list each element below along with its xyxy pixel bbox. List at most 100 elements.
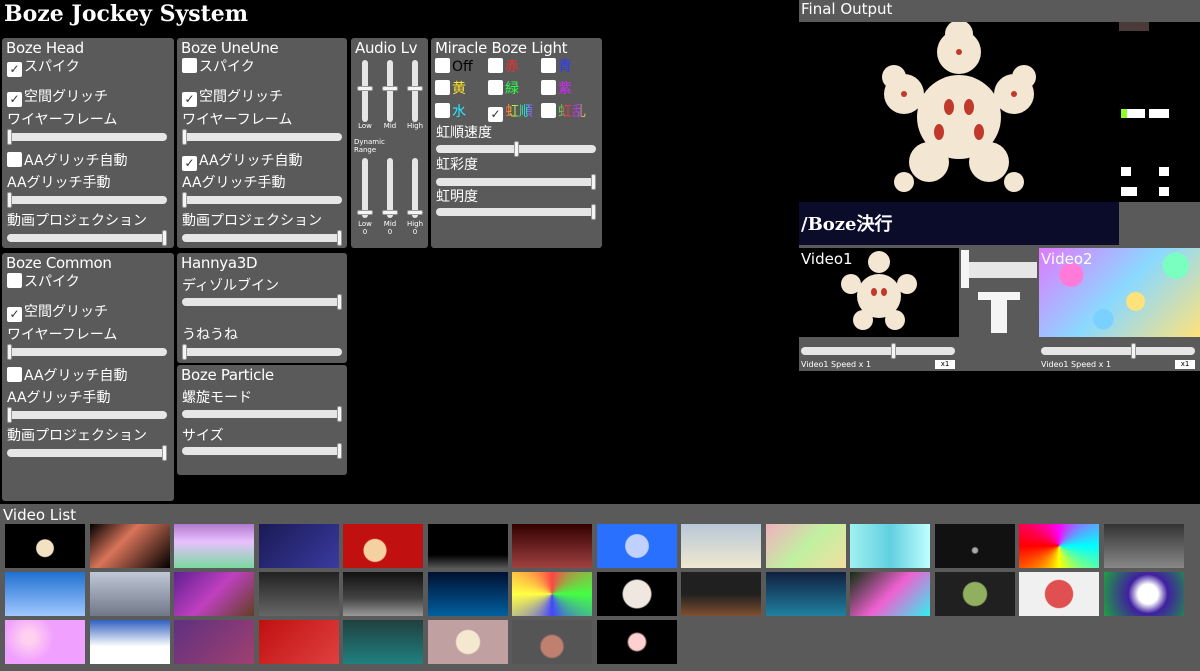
boze-uneune-aa-auto-toggle[interactable]: ✓ AAグリッチ自動 <box>182 152 303 171</box>
video-thumbnail[interactable] <box>174 524 254 568</box>
checkbox-unchecked[interactable] <box>182 58 197 73</box>
dynamic-low-value: 0 <box>362 228 368 236</box>
crossfader-panel[interactable] <box>959 248 1039 371</box>
checkbox-checked[interactable]: ✓ <box>7 92 22 107</box>
video-thumbnail[interactable] <box>681 524 761 568</box>
particle-spiral-slider[interactable] <box>182 406 342 422</box>
video2-speed-slider[interactable] <box>1041 343 1195 359</box>
light-cyan-toggle[interactable]: 水 <box>435 103 466 121</box>
video-thumbnail[interactable] <box>174 572 254 616</box>
dynamic-high-label: High <box>406 220 424 228</box>
audio-low-label: Low <box>358 122 372 130</box>
video-thumbnail[interactable] <box>89 572 170 616</box>
video-thumbnail[interactable] <box>681 572 761 616</box>
light-yellow-toggle[interactable]: 黄 <box>435 80 466 98</box>
boze-common-aa-auto-toggle[interactable]: AAグリッチ自動 <box>7 367 128 385</box>
boze-head-wire-slider[interactable] <box>7 129 167 145</box>
video-thumbnail[interactable] <box>596 524 677 568</box>
video-thumbnail[interactable] <box>343 620 423 664</box>
boze-uneune-panel: Boze UneUne スパイク ✓ 空間グリッチ ワイヤーフレーム ✓ AAグリッ… <box>177 38 347 248</box>
checkbox-checked[interactable]: ✓ <box>182 156 197 171</box>
video-thumbnail[interactable] <box>934 524 1015 568</box>
boze-uneune-projection-slider[interactable] <box>182 230 342 246</box>
video2-speed-reset-button[interactable]: x1 <box>1175 360 1195 369</box>
light-blue-toggle[interactable]: 青 <box>541 58 572 76</box>
video-thumbnail[interactable] <box>5 620 85 664</box>
dynamic-mid-slider[interactable] <box>382 158 398 218</box>
rainbow-brightness-label: 虹明度 <box>436 189 478 205</box>
boze-head-spike-toggle[interactable]: ✓ スパイク <box>7 58 80 77</box>
dynamic-high-slider[interactable] <box>407 158 423 218</box>
video-thumbnail[interactable] <box>1103 524 1184 568</box>
boze-head-aa-auto-toggle[interactable]: AAグリッチ自動 <box>7 152 128 170</box>
miracle-light-panel: Miracle Boze Light Off 赤 青 黄 緑 紫 水 ✓ 虹順 虹… <box>431 38 602 248</box>
video-thumbnail[interactable] <box>850 572 930 616</box>
app-title: Boze Jockey System <box>4 1 249 27</box>
video-thumbnail[interactable] <box>89 620 170 664</box>
boze-common-wire-slider[interactable] <box>7 344 167 360</box>
video-thumbnail[interactable] <box>512 572 592 616</box>
video-thumbnail[interactable] <box>850 524 930 568</box>
video-thumbnail[interactable] <box>934 572 1015 616</box>
light-rainbow-random-toggle[interactable]: 虹乱 <box>541 103 586 121</box>
video-thumbnail[interactable] <box>89 524 170 568</box>
video-thumbnail[interactable] <box>1019 524 1099 568</box>
boze-common-projection-slider[interactable] <box>7 445 167 461</box>
light-rainbow-order-toggle[interactable]: ✓ 虹順 <box>488 103 533 122</box>
video-thumbnail[interactable] <box>343 524 423 568</box>
audio-low-slider[interactable] <box>357 60 373 122</box>
video-thumbnail[interactable] <box>765 524 846 568</box>
video-thumbnail[interactable] <box>258 524 339 568</box>
video-thumbnail[interactable] <box>5 572 85 616</box>
boze-common-glitch-toggle[interactable]: ✓ 空間グリッチ <box>7 303 108 322</box>
particle-size-slider[interactable] <box>182 443 342 459</box>
video-thumbnail[interactable] <box>427 524 508 568</box>
video-thumbnail[interactable] <box>1019 572 1099 616</box>
dynamic-low-slider[interactable] <box>357 158 373 218</box>
boze-common-spike-toggle[interactable]: スパイク <box>7 273 80 291</box>
rainbow-brightness-slider[interactable] <box>436 204 596 220</box>
boze-head-aa-manual-slider[interactable] <box>7 192 167 208</box>
video-thumbnail[interactable] <box>427 572 508 616</box>
light-red-toggle[interactable]: 赤 <box>488 58 519 76</box>
video-thumbnail[interactable] <box>5 524 85 568</box>
video-thumbnail[interactable] <box>596 620 677 664</box>
video-thumbnail[interactable] <box>258 620 339 664</box>
hannya-uneune-slider[interactable] <box>182 344 342 360</box>
checkbox-unchecked[interactable] <box>7 152 22 167</box>
video-thumbnail[interactable] <box>596 572 677 616</box>
checkbox-checked[interactable]: ✓ <box>182 92 197 107</box>
video-thumbnail[interactable] <box>512 524 592 568</box>
video-thumbnail[interactable] <box>427 620 508 664</box>
video-thumbnail[interactable] <box>512 620 592 664</box>
light-green-toggle[interactable]: 緑 <box>488 80 519 98</box>
boze-head-projection-slider[interactable] <box>7 230 167 246</box>
boze-uneune-title: Boze UneUne <box>181 39 279 57</box>
video1-speed-slider[interactable] <box>801 343 955 359</box>
boze-common-aa-manual-slider[interactable] <box>7 407 167 423</box>
light-off-toggle[interactable]: Off <box>435 58 473 76</box>
audio-mid-slider[interactable] <box>382 60 398 122</box>
video2-label: Video2 <box>1041 250 1093 268</box>
hannya-dissolve-slider[interactable] <box>182 294 342 310</box>
video-thumbnail[interactable] <box>258 572 339 616</box>
boze-decide-button[interactable]: /Boze決行 <box>799 202 1119 245</box>
checkbox-checked[interactable]: ✓ <box>7 62 22 77</box>
video-list-panel: Video List <box>0 504 1200 671</box>
light-purple-toggle[interactable]: 紫 <box>541 80 572 98</box>
boze-head-glitch-toggle[interactable]: ✓ 空間グリッチ <box>7 88 108 107</box>
video1-speed-reset-button[interactable]: x1 <box>935 360 955 369</box>
rainbow-saturation-slider[interactable] <box>436 174 596 190</box>
rainbow-speed-slider[interactable] <box>436 141 596 157</box>
video-thumbnail[interactable] <box>174 620 254 664</box>
dynamic-mid-value: 0 <box>387 228 393 236</box>
boze-uneune-wire-slider[interactable] <box>182 129 342 145</box>
boze-uneune-aa-manual-slider[interactable] <box>182 192 342 208</box>
audio-high-slider[interactable] <box>407 60 423 122</box>
video-thumbnail[interactable] <box>765 572 846 616</box>
boze-uneune-glitch-toggle[interactable]: ✓ 空間グリッチ <box>182 88 283 107</box>
boze-particle-title: Boze Particle <box>181 366 274 384</box>
boze-uneune-spike-toggle[interactable]: スパイク <box>182 58 255 76</box>
video-thumbnail[interactable] <box>1103 572 1184 616</box>
video-thumbnail[interactable] <box>343 572 423 616</box>
